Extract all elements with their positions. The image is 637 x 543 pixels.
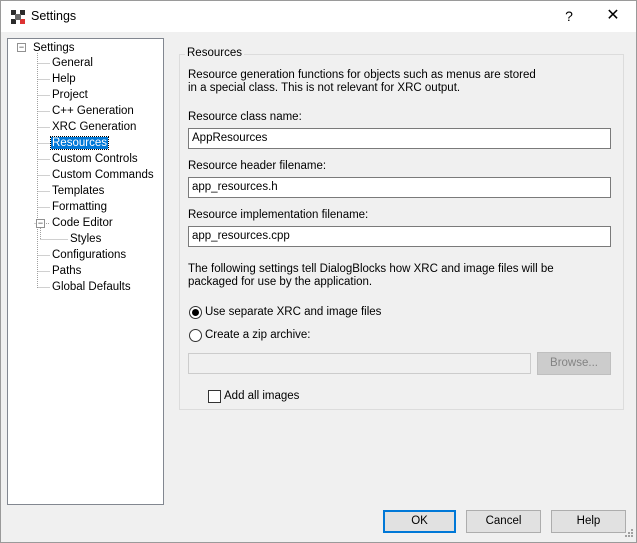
tree-item-label: Configurations	[52, 249, 127, 261]
tree-item-label: Styles	[70, 233, 102, 245]
window-title: Settings	[31, 9, 77, 23]
ok-button[interactable]: OK	[383, 510, 456, 533]
tree-item-label: XRC Generation	[52, 121, 137, 133]
tree-item-custom-commands[interactable]: Custom Commands	[51, 168, 155, 183]
cancel-button[interactable]: Cancel	[466, 510, 541, 533]
tree-item-custom-controls[interactable]: Custom Controls	[51, 152, 139, 167]
tree-item-xrc-generation[interactable]: XRC Generation	[51, 120, 137, 135]
tree-item-resources[interactable]: Resources	[50, 136, 109, 151]
tree-item-help[interactable]: Help	[51, 72, 77, 87]
tree-item-label: Custom Commands	[52, 169, 154, 181]
help-button[interactable]: Help	[551, 510, 626, 533]
description-line-1: Resource generation functions for object…	[188, 69, 536, 81]
tree-item-label: Custom Controls	[52, 153, 138, 165]
tree-item-global-defaults[interactable]: Global Defaults	[51, 280, 132, 295]
header-filename-input[interactable]: app_resources.h	[188, 177, 611, 198]
tree-item-paths[interactable]: Paths	[51, 264, 82, 279]
class-name-input[interactable]: AppResources	[188, 128, 611, 149]
tree-item-label: Paths	[52, 265, 82, 277]
tree-item-configurations[interactable]: Configurations	[51, 248, 127, 263]
collapse-icon[interactable]: −	[36, 219, 45, 228]
settings-window: Settings ? ✕ − Settings General Help Pro…	[0, 0, 637, 543]
tree-item-label: Templates	[52, 185, 105, 197]
browse-button[interactable]: Browse...	[537, 352, 611, 375]
tree-item-label: General	[52, 57, 93, 69]
collapse-icon[interactable]: −	[17, 43, 26, 52]
resize-grip-icon[interactable]	[622, 528, 634, 540]
tree-item-label: Help	[52, 73, 76, 85]
tree-item-label: Project	[52, 89, 88, 101]
radio-zip-archive-label[interactable]: Create a zip archive:	[205, 329, 310, 341]
tree-item-project[interactable]: Project	[51, 88, 89, 103]
help-title-button[interactable]: ?	[546, 1, 592, 32]
tree-item-code-editor[interactable]: Code Editor	[51, 216, 114, 231]
tree-item-label: Global Defaults	[52, 281, 131, 293]
tree-item-label: C++ Generation	[52, 105, 134, 117]
settings-description-line-2: packaged for use by the application.	[188, 276, 373, 288]
settings-tree[interactable]: − Settings General Help Project C++ Gene…	[7, 38, 164, 505]
tree-root-label: Settings	[33, 42, 75, 54]
tree-item-cpp-generation[interactable]: C++ Generation	[51, 104, 135, 119]
radio-separate-files[interactable]	[189, 306, 202, 319]
tree-item-general[interactable]: General	[51, 56, 94, 71]
tree-item-label: Resources	[50, 136, 109, 150]
tree-item-label: Formatting	[52, 201, 107, 213]
settings-description-line-1: The following settings tell DialogBlocks…	[188, 263, 554, 275]
impl-filename-label: Resource implementation filename:	[188, 209, 369, 221]
tree-item-label: Code Editor	[52, 217, 113, 229]
class-name-label: Resource class name:	[188, 111, 302, 123]
radio-zip-archive[interactable]	[189, 329, 202, 342]
add-all-images-checkbox[interactable]	[208, 390, 221, 403]
group-title: Resources	[185, 47, 244, 59]
header-filename-label: Resource header filename:	[188, 160, 327, 172]
title-bar: Settings ? ✕	[1, 1, 636, 32]
tree-item-templates[interactable]: Templates	[51, 184, 105, 199]
add-all-images-label[interactable]: Add all images	[224, 390, 299, 402]
tree-item-styles[interactable]: Styles	[69, 232, 102, 247]
description-line-2: in a special class. This is not relevant…	[188, 82, 461, 94]
tree-item-formatting[interactable]: Formatting	[51, 200, 108, 215]
impl-filename-input[interactable]: app_resources.cpp	[188, 226, 611, 247]
close-button[interactable]: ✕	[590, 1, 636, 32]
dialogblocks-app-icon	[11, 10, 25, 24]
zip-archive-input[interactable]	[188, 353, 531, 374]
tree-root-settings[interactable]: Settings	[32, 41, 76, 56]
radio-separate-files-label[interactable]: Use separate XRC and image files	[205, 306, 381, 318]
